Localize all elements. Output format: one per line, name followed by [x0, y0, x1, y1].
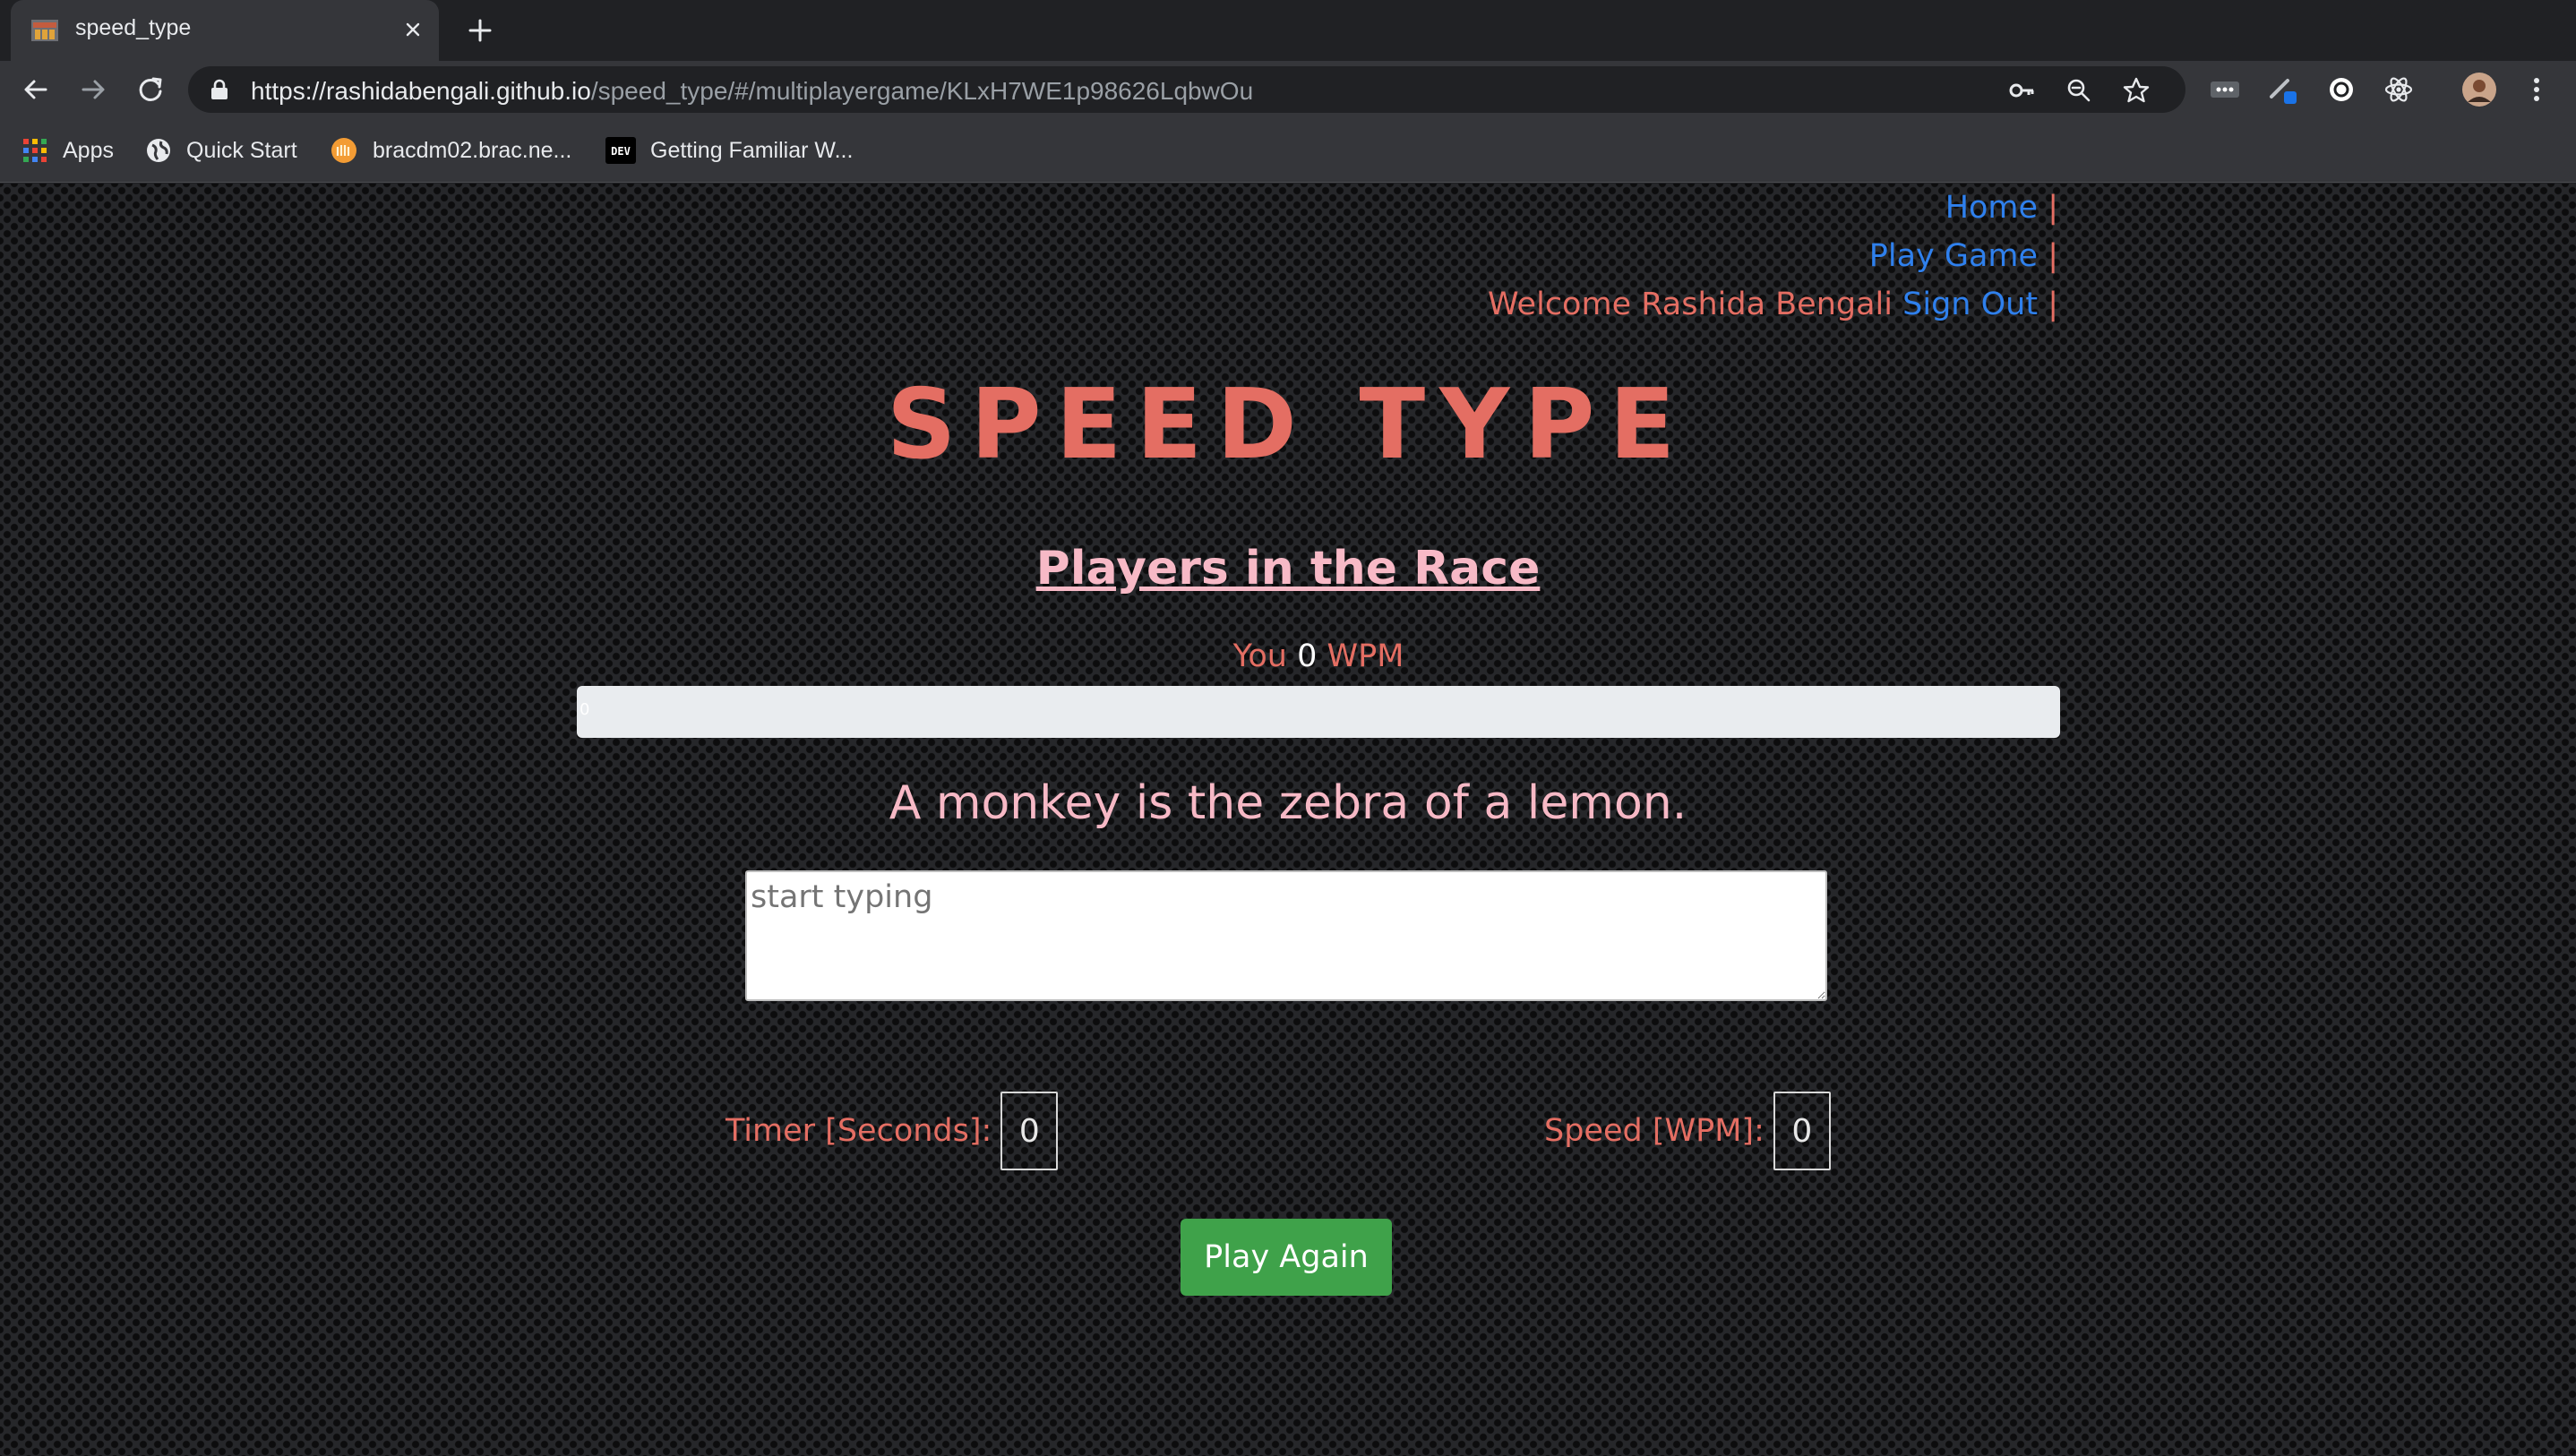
nav-row-home: Home |: [1488, 184, 2058, 232]
react-devtools-icon[interactable]: [2383, 73, 2415, 106]
bookmark-getting-familiar[interactable]: DEV Getting Familiar W...: [605, 134, 853, 167]
speed-label: Speed [WPM]:: [1544, 1113, 1765, 1149]
apps-grid-icon: [23, 139, 47, 162]
back-arrow-icon[interactable]: [18, 72, 54, 107]
tab-strip: speed_type: [0, 0, 2576, 61]
player-wpm-value: 0: [1297, 638, 1318, 674]
pen-extension-icon[interactable]: [2266, 73, 2298, 106]
speed-type-favicon-icon: [31, 20, 58, 41]
nav-row-play-game: Play Game |: [1488, 232, 2058, 280]
timer-stat: Timer [Seconds]: 0: [726, 1092, 1059, 1170]
circle-extension-icon[interactable]: [2325, 73, 2357, 106]
player-wpm-unit: WPM: [1327, 638, 1404, 674]
typing-input[interactable]: [745, 870, 1827, 1001]
timer-label: Timer [Seconds]:: [726, 1113, 992, 1149]
dev-badge-text: DEV: [611, 145, 631, 158]
globe-icon: [147, 139, 170, 162]
bookmark-label: Getting Familiar W...: [650, 137, 854, 163]
nav-separator: |: [2048, 238, 2058, 274]
timer-value: 0: [1000, 1092, 1059, 1170]
race-progress-text: 0: [580, 700, 590, 719]
bookmark-quick-start[interactable]: Quick Start: [145, 134, 297, 167]
url-host: https://rashidabengali.github.io: [251, 77, 591, 105]
tab-speed-type[interactable]: speed_type: [11, 0, 439, 61]
browser-toolbar: https://rashidabengali.github.io/speed_t…: [0, 61, 2576, 118]
bookmark-bracdm02[interactable]: bracdm02.brac.ne...: [330, 134, 571, 167]
new-tab-icon[interactable]: [462, 13, 498, 48]
browser-window: speed_type https://rashidabengali.github…: [0, 0, 2576, 1456]
forward-arrow-icon[interactable]: [75, 72, 111, 107]
top-nav: Home | Play Game | Welcome Rashida Benga…: [1488, 184, 2058, 329]
close-tab-icon[interactable]: [398, 14, 428, 45]
zoom-icon[interactable]: [2064, 75, 2094, 106]
player-name: You: [1232, 638, 1287, 674]
player-status: You 0 WPM: [0, 638, 2576, 674]
bookmark-star-icon[interactable]: [2121, 75, 2151, 106]
lock-icon: [211, 79, 228, 99]
dev-logo-icon: DEV: [605, 137, 636, 164]
bookmark-label: Quick Start: [186, 137, 297, 163]
welcome-text: Welcome Rashida Bengali: [1488, 287, 1893, 322]
profile-avatar-icon[interactable]: [2461, 72, 2497, 107]
speed-stat: Speed [WPM]: 0: [1544, 1092, 1831, 1170]
url-text: https://rashidabengali.github.io/speed_t…: [251, 77, 1253, 106]
nav-link-play-game[interactable]: Play Game: [1869, 238, 2038, 274]
nav-link-sign-out[interactable]: Sign Out: [1902, 287, 2038, 322]
tab-title: speed_type: [75, 15, 192, 40]
page-content: Home | Play Game | Welcome Rashida Benga…: [0, 184, 2576, 1456]
address-bar[interactable]: https://rashidabengali.github.io/speed_t…: [188, 66, 2185, 113]
speed-value: 0: [1773, 1092, 1831, 1170]
extension-dots-icon[interactable]: [2209, 73, 2241, 106]
target-sentence: A monkey is the zebra of a lemon.: [889, 776, 1687, 830]
nav-link-home[interactable]: Home: [1945, 190, 2038, 226]
bookmark-apps[interactable]: Apps: [21, 134, 114, 167]
play-again-button[interactable]: Play Again: [1181, 1219, 1392, 1296]
players-heading: Players in the Race: [1035, 542, 1541, 595]
nav-separator: |: [2048, 287, 2058, 322]
chrome-menu-icon[interactable]: [2520, 73, 2553, 106]
bookmarks-bar: Apps Quick Start bracdm02.brac.ne... DEV…: [0, 118, 2576, 183]
nav-row-account: Welcome Rashida Bengali Sign Out |: [1488, 280, 2058, 329]
url-path: /speed_type/#/multiplayergame/KLxH7WE1p9…: [590, 77, 1254, 105]
nav-separator: |: [2048, 190, 2058, 226]
site-favicon-icon: [331, 138, 356, 163]
key-icon[interactable]: [2006, 75, 2037, 106]
bookmark-label: Apps: [63, 137, 114, 163]
reload-icon[interactable]: [133, 72, 168, 107]
bookmark-label: bracdm02.brac.ne...: [373, 137, 572, 163]
race-progress-bar: 0: [577, 686, 2060, 738]
page-title: SPEED TYPE: [886, 369, 1690, 481]
